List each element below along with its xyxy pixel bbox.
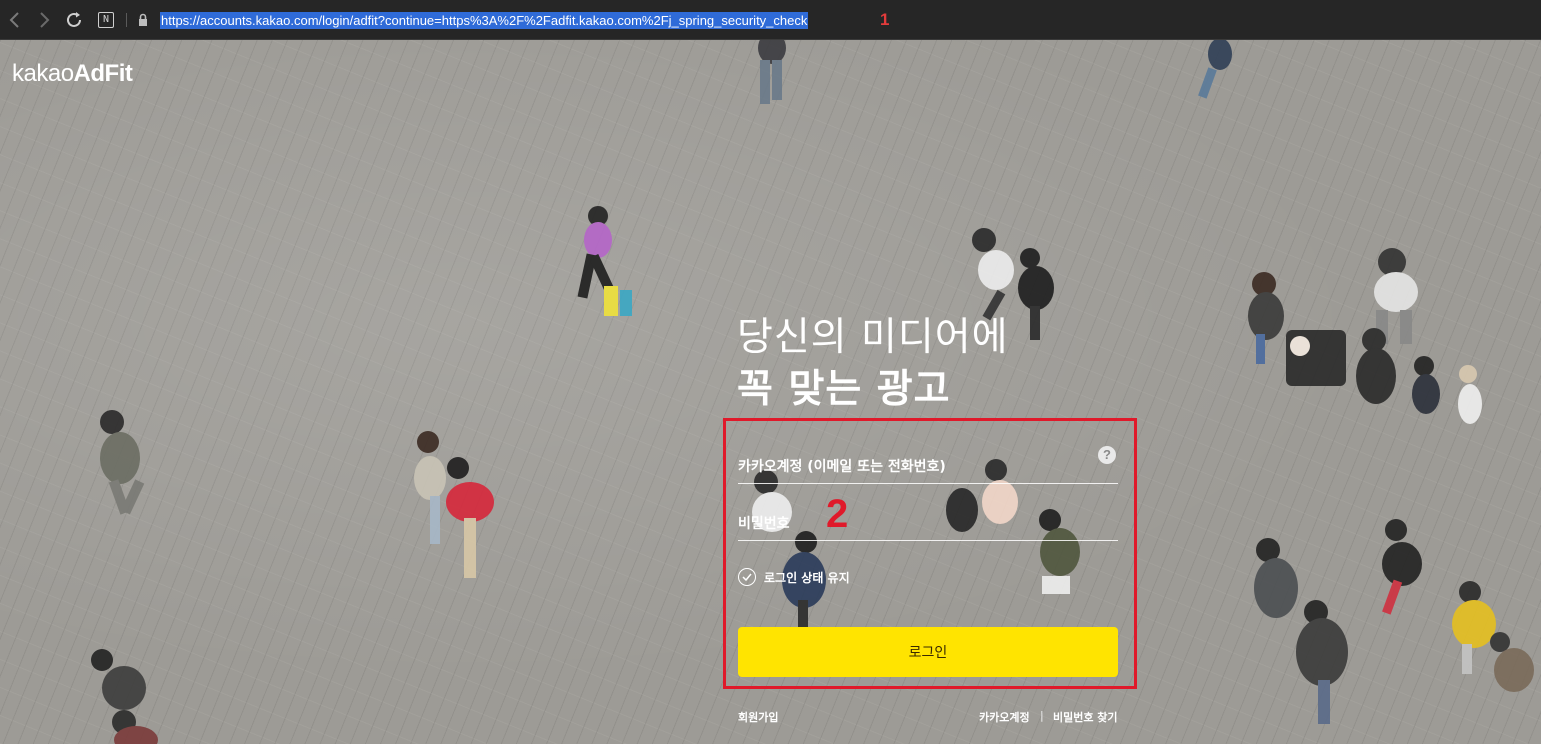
kakao-adfit-logo[interactable]: kakaoAdFit [12, 60, 133, 88]
logo-wordmark-adfit: AdFit [73, 60, 133, 87]
keep-login-checkbox[interactable]: 로그인 상태 유지 [738, 567, 850, 587]
signup-link[interactable]: 회원가입 [738, 709, 778, 725]
password-input[interactable] [738, 502, 1118, 540]
hero-headline-line1: 당신의 미디어에 [737, 315, 1009, 360]
lock-icon [138, 12, 148, 26]
help-icon[interactable]: ? [1098, 446, 1116, 464]
logo-wordmark-kakao: kakao [12, 60, 74, 87]
hero-headline-line2: 꼭 맞는 광고 [737, 367, 951, 412]
annotation-marker-1: 1 [880, 10, 890, 29]
browser-toolbar: N https://accounts.kakao.com/login/adfit… [0, 0, 1541, 40]
keep-login-label: 로그인 상태 유지 [764, 570, 850, 585]
address-bar[interactable]: https://accounts.kakao.com/login/adfit?c… [160, 12, 809, 29]
login-button[interactable]: 로그인 [738, 627, 1118, 677]
annotation-marker-2: 2 [826, 492, 849, 536]
n-bookmark-icon[interactable]: N [98, 12, 114, 28]
back-arrow-icon[interactable] [4, 9, 26, 31]
footer-divider: | [1040, 709, 1044, 722]
reload-icon[interactable] [63, 9, 85, 31]
password-field [738, 502, 1118, 541]
login-page: kakaoAdFit 당신의 미디어에 꼭 맞는 광고 ? 2 로그인 상태 유… [0, 40, 1541, 744]
forward-arrow-icon[interactable] [33, 9, 55, 31]
find-password-link[interactable]: 비밀번호 찾기 [1053, 709, 1118, 725]
toolbar-separator [126, 13, 127, 27]
email-input[interactable] [738, 445, 1118, 483]
kakao-account-link[interactable]: 카카오계정 [979, 709, 1030, 725]
checkmark-circle-icon[interactable] [738, 568, 756, 586]
email-field [738, 445, 1118, 484]
